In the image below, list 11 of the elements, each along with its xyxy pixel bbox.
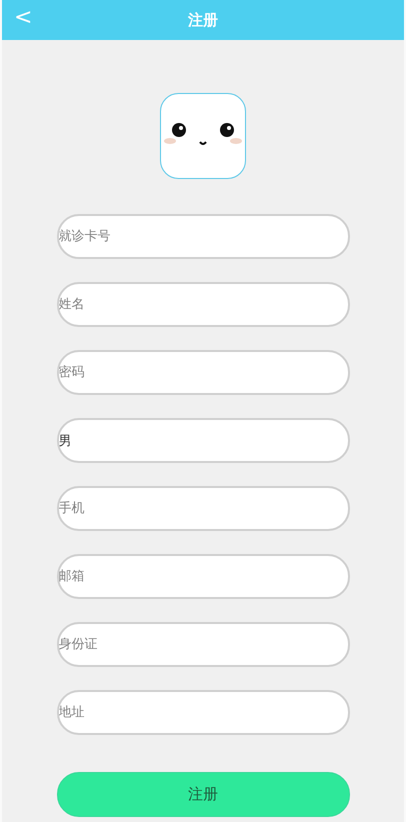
input-field[interactable]: 手机	[56, 486, 350, 531]
register-button[interactable]: 注册	[56, 772, 350, 817]
input-field[interactable]: 邮箱	[56, 554, 350, 599]
input-field[interactable]: 男	[56, 418, 350, 463]
input-field[interactable]: 姓名	[56, 282, 350, 327]
input-field[interactable]: 身份证	[56, 622, 350, 667]
face-logo-icon	[160, 93, 246, 179]
page-title: 注册	[188, 10, 218, 30]
input-field[interactable]: 密码	[56, 350, 350, 395]
input-field[interactable]: 地址	[56, 690, 350, 735]
input-field[interactable]: 就诊卡号	[56, 214, 350, 259]
